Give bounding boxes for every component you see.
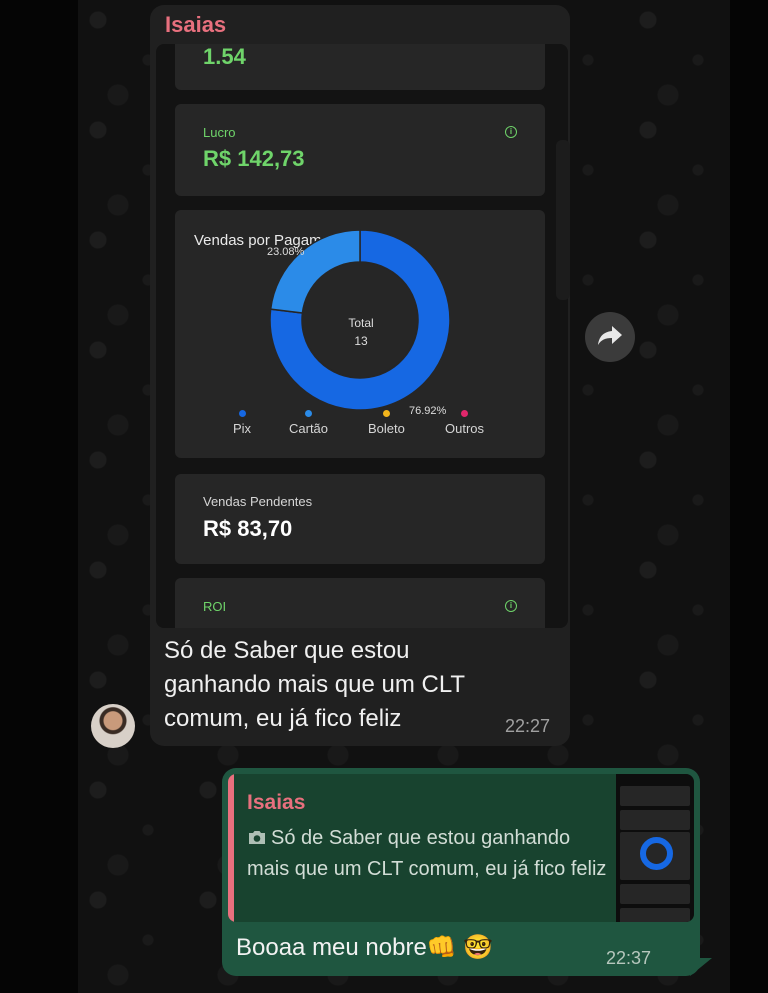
pct-label-cartao: 23.08%: [267, 246, 305, 258]
thumb-row: [620, 884, 690, 904]
roi-label: ROI: [203, 599, 227, 614]
lucro-value: R$ 142,73: [203, 146, 305, 171]
quote-accent-bar: [228, 774, 234, 922]
lucro-card: Lucro R$ 142,73 i: [175, 104, 545, 196]
camera-icon: [247, 826, 267, 855]
forward-button[interactable]: [585, 312, 635, 362]
right-margin: [730, 0, 768, 993]
legend-label-outros: Outros: [445, 421, 485, 436]
quote-text-content: Só de Saber que estou ganhando mais que …: [247, 827, 607, 880]
sender-name: Isaias: [165, 12, 227, 37]
quote-text: Só de Saber que estou ganhando mais que …: [247, 824, 607, 884]
reply-text: Booaa meu nobre👊 🤓: [236, 934, 494, 961]
image-edge: [556, 140, 570, 300]
avatar[interactable]: [91, 704, 135, 748]
reply-time: 22:37: [606, 948, 652, 968]
thumb-row: [620, 786, 690, 806]
top-value: 1.54: [203, 44, 246, 69]
pct-label-pix: 76.92%: [409, 405, 447, 417]
pendentes-card: Vendas Pendentes R$ 83,70: [175, 474, 545, 564]
chart-center-label: Total: [348, 316, 374, 330]
legend-dot-boleto: [382, 410, 390, 417]
legend-item-pix: Pix: [233, 410, 251, 436]
image-attachment[interactable]: 1.54 Lucro R$ 142,73 i Vendas por Pagame…: [156, 44, 568, 628]
quoted-message[interactable]: Isaias Só de Saber que estou ganhando ma…: [228, 774, 694, 922]
message-text: Só de Saber que estou ganhando mais que …: [164, 637, 465, 732]
legend-label-cartao: Cartão: [289, 421, 329, 436]
legend-item-outros: Outros: [445, 410, 484, 436]
legend-dot-pix: [238, 410, 246, 417]
legend-label-pix: Pix: [233, 421, 252, 436]
chart-center-value: 13: [354, 334, 368, 348]
legend-dot-cartao: [305, 410, 313, 417]
forward-icon: [597, 324, 623, 351]
thumb-donut: [640, 837, 673, 870]
info-icon: i: [505, 600, 517, 612]
left-margin: [0, 0, 78, 993]
quote-sender-name: Isaias: [247, 791, 306, 814]
legend-dot-outros: [461, 410, 468, 417]
roi-card: ROI i: [175, 578, 545, 628]
payment-chart-card: Vendas por Pagamento 23.08% 76.92% Total…: [175, 210, 545, 458]
pendentes-value: R$ 83,70: [203, 516, 293, 541]
pendentes-label: Vendas Pendentes: [203, 494, 313, 509]
legend-item-boleto: Boleto: [368, 410, 405, 436]
thumb-row: [620, 810, 690, 830]
thumb-row: [620, 908, 690, 922]
message-time: 22:27: [505, 716, 551, 736]
legend-label-boleto: Boleto: [368, 421, 405, 436]
lucro-label: Lucro: [203, 125, 236, 140]
legend-item-cartao: Cartão: [289, 410, 328, 436]
info-icon: i: [505, 126, 517, 138]
top-value-card: 1.54: [175, 44, 545, 90]
quote-thumbnail: [616, 774, 694, 922]
bubble-tail: [690, 958, 712, 976]
